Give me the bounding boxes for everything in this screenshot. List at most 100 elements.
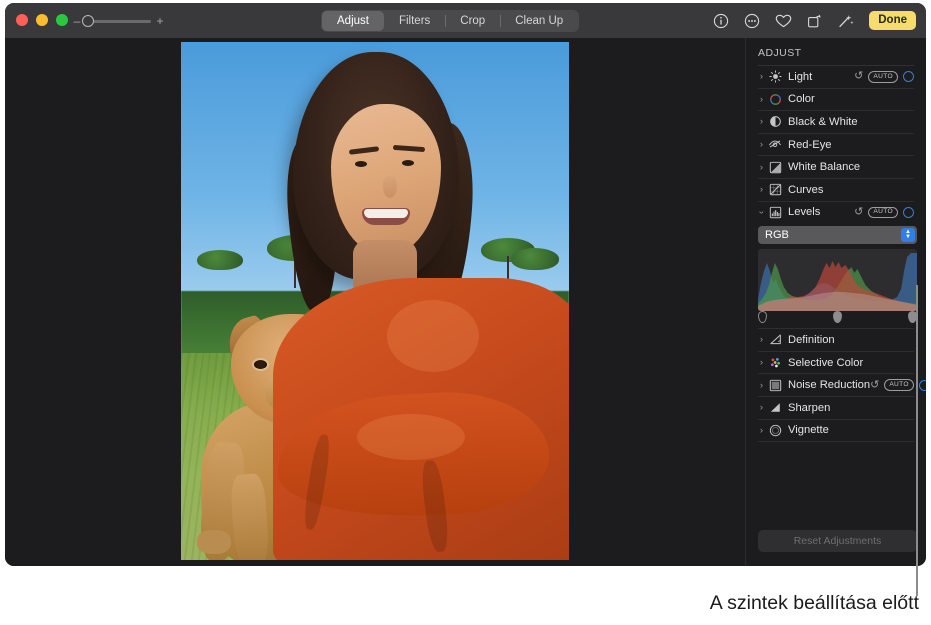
- adjust-item-label: Levels: [788, 206, 820, 218]
- adjust-item-red-eye[interactable]: › Red-Eye: [749, 134, 923, 156]
- photo-teeth: [364, 209, 408, 218]
- levels-midpoint-handle[interactable]: [833, 311, 842, 323]
- selective-color-icon: [768, 356, 782, 370]
- close-button-icon[interactable]: [16, 14, 28, 26]
- edited-photo[interactable]: [181, 42, 569, 560]
- adjust-item-selective-color[interactable]: › Selective Color: [749, 352, 923, 374]
- undo-icon[interactable]: ↺: [854, 71, 863, 82]
- chevron-right-icon[interactable]: ›: [756, 139, 767, 150]
- tab-crop[interactable]: Crop: [445, 11, 500, 31]
- levels-black-point-handle[interactable]: [758, 311, 767, 323]
- photos-editor-window: – + Adjust Filters Crop Clean Up: [5, 3, 926, 566]
- zoom-in-icon[interactable]: +: [156, 16, 164, 26]
- figure-caption: A szintek beállítása előtt: [710, 592, 919, 615]
- definition-icon: [768, 333, 782, 347]
- edit-mode-segmented-control[interactable]: Adjust Filters Crop Clean Up: [321, 10, 579, 32]
- panel-title: ADJUST: [746, 38, 926, 65]
- tab-filters[interactable]: Filters: [384, 11, 445, 31]
- photo-smile: [362, 208, 410, 225]
- photo-fabric-highlight: [357, 414, 465, 460]
- info-icon[interactable]: [712, 12, 730, 30]
- levels-channel-select[interactable]: RGB ▲▼: [758, 226, 917, 244]
- chevron-right-icon[interactable]: ›: [756, 94, 767, 105]
- zoom-slider[interactable]: – +: [73, 16, 164, 26]
- reset-adjustments-button[interactable]: Reset Adjustments: [758, 530, 917, 552]
- chevron-right-icon[interactable]: ›: [756, 71, 767, 82]
- chevron-updown-icon[interactable]: ▲▼: [901, 228, 915, 242]
- divider: [758, 441, 914, 442]
- sun-icon: [768, 70, 782, 84]
- photo-tree: [511, 248, 559, 270]
- auto-enhance-wand-icon[interactable]: [836, 12, 854, 30]
- callout-leader-line: [916, 285, 918, 596]
- photo-dog-paw: [197, 530, 231, 554]
- adjust-item-white-balance[interactable]: › White Balance: [749, 156, 923, 178]
- chevron-right-icon[interactable]: ›: [756, 357, 767, 368]
- adjust-item-levels[interactable]: › Levels: [749, 202, 923, 224]
- adjust-item-curves[interactable]: › Curves: [749, 179, 923, 201]
- curves-grid-icon: [768, 183, 782, 197]
- adjust-item-label: Definition: [788, 334, 835, 346]
- photo-nose: [383, 176, 397, 198]
- auto-badge[interactable]: AUTO: [868, 207, 898, 219]
- photo-eye: [355, 161, 367, 167]
- photo-tree: [197, 250, 243, 270]
- enable-toggle-icon[interactable]: [903, 71, 914, 82]
- chevron-right-icon[interactable]: ›: [756, 116, 767, 127]
- zoom-button-icon[interactable]: [56, 14, 68, 26]
- chevron-right-icon[interactable]: ›: [756, 162, 767, 173]
- color-wheel-icon: [768, 92, 782, 106]
- chevron-right-icon[interactable]: ›: [756, 334, 767, 345]
- levels-histogram[interactable]: [758, 249, 917, 311]
- chevron-right-icon[interactable]: ›: [756, 425, 767, 436]
- tab-adjust[interactable]: Adjust: [322, 11, 384, 31]
- photo-fabric-highlight: [387, 300, 479, 372]
- editor-body: ADJUST › Light ↺: [5, 38, 926, 566]
- adjust-item-light[interactable]: › Light ↺ AUTO: [749, 66, 923, 88]
- rotate-icon[interactable]: [805, 12, 823, 30]
- adjust-item-label: Red-Eye: [788, 139, 832, 151]
- chevron-right-icon[interactable]: ›: [756, 184, 767, 195]
- adjust-item-sharpen[interactable]: › Sharpen: [749, 397, 923, 419]
- screenshot-root: – + Adjust Filters Crop Clean Up: [0, 0, 931, 625]
- adjust-item-black-and-white[interactable]: › Black & White: [749, 111, 923, 133]
- adjust-item-tools: ↺ AUTO: [854, 71, 914, 83]
- more-options-icon[interactable]: [743, 12, 761, 30]
- adjust-item-label: Selective Color: [788, 357, 863, 369]
- enable-toggle-icon[interactable]: [903, 207, 914, 218]
- chevron-right-icon[interactable]: ›: [756, 402, 767, 413]
- adjust-item-label: Light: [788, 71, 812, 83]
- adjust-panel: ADJUST › Light ↺: [745, 38, 926, 566]
- gradient-square-icon: [768, 160, 782, 174]
- done-button[interactable]: Done: [869, 11, 916, 31]
- enable-toggle-icon[interactable]: [919, 380, 926, 391]
- adjust-item-noise-reduction[interactable]: › Noise Reduction ↺ AUTO: [749, 374, 923, 396]
- adjust-item-tools: ↺ AUTO: [870, 379, 926, 391]
- undo-icon[interactable]: ↺: [854, 207, 863, 218]
- adjust-item-vignette[interactable]: › Vignette: [749, 420, 923, 442]
- auto-badge[interactable]: AUTO: [868, 71, 898, 83]
- photo-canvas[interactable]: [5, 38, 745, 566]
- traffic-lights: [16, 14, 68, 26]
- zoom-out-icon[interactable]: –: [73, 16, 81, 26]
- chevron-right-icon[interactable]: ›: [756, 380, 767, 391]
- zoom-slider-track[interactable]: [86, 20, 151, 23]
- levels-handles[interactable]: [758, 311, 917, 325]
- crossed-eye-icon: [768, 138, 782, 152]
- chevron-down-icon[interactable]: ›: [756, 207, 767, 218]
- favorite-heart-icon[interactable]: [774, 12, 792, 30]
- sharpen-icon: [768, 401, 782, 415]
- zoom-slider-knob[interactable]: [82, 15, 94, 27]
- adjust-item-label: Noise Reduction: [788, 379, 870, 391]
- adjust-item-label: Curves: [788, 184, 823, 196]
- minimize-button-icon[interactable]: [36, 14, 48, 26]
- half-circle-icon: [768, 115, 782, 129]
- auto-badge[interactable]: AUTO: [884, 379, 914, 391]
- adjust-item-label: Vignette: [788, 424, 829, 436]
- adjust-item-color[interactable]: › Color: [749, 89, 923, 111]
- adjust-item-label: Color: [788, 93, 815, 105]
- adjust-item-definition[interactable]: › Definition: [749, 329, 923, 351]
- undo-icon[interactable]: ↺: [870, 380, 879, 391]
- tab-clean-up[interactable]: Clean Up: [500, 11, 578, 31]
- photo-eye: [402, 160, 414, 166]
